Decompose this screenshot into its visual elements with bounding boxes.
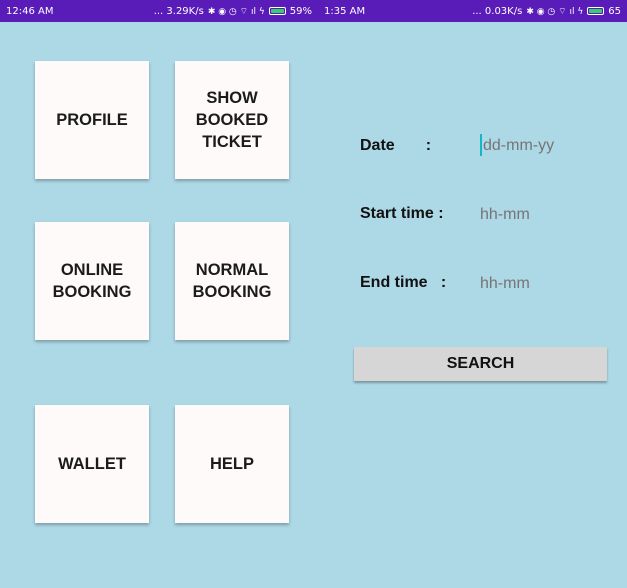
text-cursor: [480, 134, 482, 156]
battery-icon: [268, 7, 286, 15]
network-speed-right: ... 0.03K/s: [472, 5, 523, 17]
normal-booking-button[interactable]: NORMAL BOOKING: [175, 222, 289, 340]
battery-percent-left: 59%: [289, 5, 312, 17]
status-time-right: 1:35 AM: [324, 5, 366, 17]
profile-button[interactable]: PROFILE: [35, 61, 149, 179]
status-icons-right: ✱ ◉ ◷ ⌔ ıl ϟ: [526, 6, 584, 17]
status-time-left: 12:46 AM: [6, 5, 54, 17]
status-indicators-right: ... 0.03K/s ✱ ◉ ◷ ⌔ ıl ϟ 65: [472, 6, 621, 17]
search-button[interactable]: SEARCH: [354, 347, 607, 381]
status-icons-left: ✱ ◉ ◷ ⌔ ıl ϟ: [207, 6, 265, 17]
start-time-input[interactable]: [480, 204, 600, 226]
status-indicators-left: ... 3.29K/s ✱ ◉ ◷ ⌔ ıl ϟ 59%: [154, 6, 312, 17]
show-booked-ticket-button[interactable]: SHOW BOOKED TICKET: [175, 61, 289, 179]
date-input[interactable]: [483, 135, 603, 157]
wallet-button[interactable]: WALLET: [35, 405, 149, 523]
status-bar-left: 12:46 AM ... 3.29K/s ✱ ◉ ◷ ⌔ ıl ϟ 59%: [0, 0, 318, 22]
end-time-label: End time :: [360, 274, 447, 291]
battery-percent-right: 65: [608, 5, 621, 17]
status-bar-right: 1:35 AM ... 0.03K/s ✱ ◉ ◷ ⌔ ıl ϟ 65: [318, 0, 627, 22]
battery-icon: [587, 7, 605, 15]
network-speed-left: ... 3.29K/s: [153, 5, 204, 17]
date-label: Date :: [360, 137, 432, 154]
help-button[interactable]: HELP: [175, 405, 289, 523]
end-time-input[interactable]: [480, 273, 600, 295]
start-time-label: Start time :: [360, 205, 444, 222]
online-booking-button[interactable]: ONLINE BOOKING: [35, 222, 149, 340]
